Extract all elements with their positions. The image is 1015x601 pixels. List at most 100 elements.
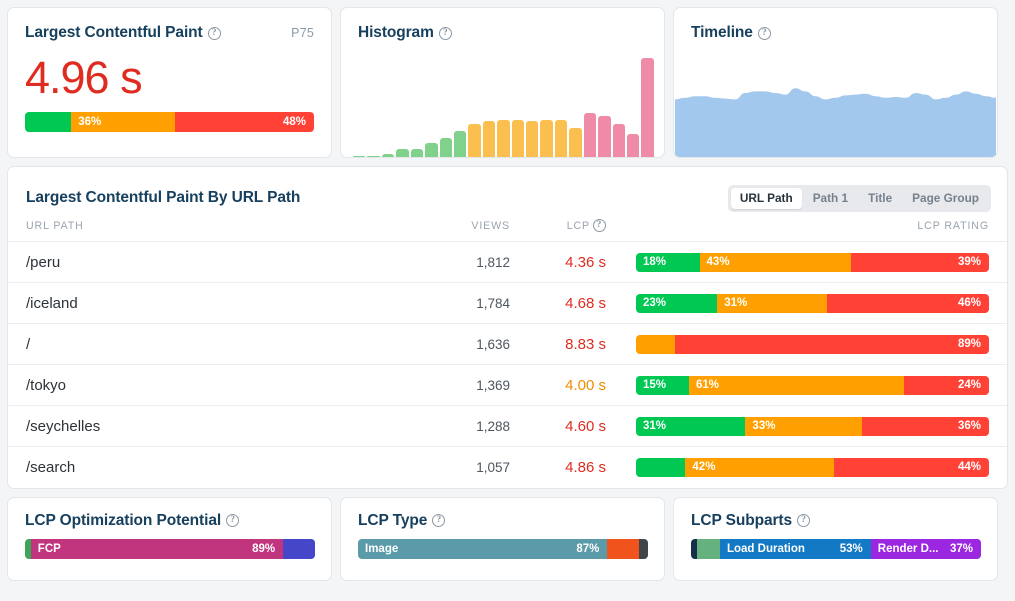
- type-title: LCP Type: [358, 511, 428, 529]
- row-rating-segment: 31%: [717, 293, 827, 313]
- row-rating-segment-label: 89%: [957, 338, 981, 350]
- type-segment: [607, 538, 640, 559]
- help-icon[interactable]: ?: [757, 26, 771, 40]
- column-header-lcp-rating[interactable]: LCP RATING: [628, 213, 1007, 242]
- opt-segment-label: FCP: [37, 542, 61, 555]
- subparts-segment-value: 53%: [839, 542, 863, 555]
- row-rating-segment: 33%: [745, 416, 862, 436]
- lcp-rating-segment-label: 36%: [78, 116, 102, 128]
- column-header-lcp-inner: LCP ?: [567, 219, 606, 232]
- row-rating-segment-label: 61%: [695, 379, 719, 391]
- row-rating-segment-label: 44%: [957, 461, 981, 474]
- column-header-lcp-label: LCP: [566, 219, 590, 232]
- bottom-cards-row: LCP Optimization Potential ? FCP 89% LCP …: [7, 496, 1008, 581]
- help-icon[interactable]: ?: [226, 514, 240, 527]
- tab-url-path[interactable]: URL Path: [730, 187, 802, 209]
- row-rating-segment-label: 33%: [752, 420, 776, 432]
- tab-path-1[interactable]: Path 1: [804, 188, 857, 209]
- subparts-card-title-group: LCP Subparts ?: [691, 512, 981, 530]
- cell-lcp-rating: 42% 44%: [628, 446, 1007, 488]
- histogram-bar[interactable]: [511, 119, 525, 157]
- histogram-bar[interactable]: [497, 119, 510, 157]
- histogram-bar[interactable]: [439, 137, 452, 157]
- table-row[interactable]: /peru 1,812 4.36 s 18% 43% 39%: [8, 241, 1007, 283]
- row-rating-bar: 42% 44%: [636, 457, 989, 477]
- top-cards-row: Largest Contentful Paint ? P75 4.96 s 36…: [7, 7, 1008, 158]
- histogram-bar[interactable]: [482, 121, 496, 157]
- histogram-bar[interactable]: [526, 121, 539, 157]
- cell-views: 1,784: [388, 282, 518, 324]
- lcp-rating-bar: 36% 48%: [25, 112, 314, 132]
- table-row[interactable]: /tokyo 1,369 4.00 s 15% 61% 24%: [8, 364, 1007, 406]
- cell-lcp: 4.68 s: [518, 282, 628, 324]
- row-rating-segment: 44%: [833, 457, 989, 477]
- cell-url-path[interactable]: /search: [8, 446, 388, 488]
- histogram-bar[interactable]: [612, 124, 626, 157]
- cell-lcp: 4.60 s: [518, 405, 628, 447]
- cell-lcp-rating: 89%: [628, 323, 1007, 365]
- histogram-bar[interactable]: [583, 113, 597, 157]
- opt-segment-value: 89%: [252, 542, 276, 555]
- row-rating-segment: [636, 334, 675, 354]
- row-rating-segment-label: 43%: [706, 256, 730, 268]
- histogram-bar[interactable]: [353, 156, 366, 157]
- type-stacked-bar: Image 87%: [358, 538, 648, 559]
- histogram-bar[interactable]: [425, 143, 438, 157]
- subparts-stacked-bar: Load Duration 53% Render D... 37%: [691, 538, 981, 559]
- row-rating-segment-label: 39%: [957, 256, 981, 268]
- column-header-url-path[interactable]: URL PATH: [8, 213, 388, 242]
- help-icon[interactable]: ?: [432, 514, 446, 527]
- row-rating-segment-label: 18%: [643, 256, 667, 268]
- histogram-bar[interactable]: [598, 115, 611, 157]
- row-rating-segment: 31%: [636, 416, 746, 436]
- histogram-bar[interactable]: [540, 119, 553, 157]
- subparts-segment-value: 37%: [949, 542, 973, 555]
- help-icon[interactable]: ?: [797, 514, 811, 527]
- histogram-bar[interactable]: [367, 155, 380, 157]
- cell-lcp: 4.00 s: [518, 364, 628, 406]
- row-rating-segment: 61%: [688, 375, 905, 395]
- cell-url-path[interactable]: /tokyo: [8, 364, 388, 406]
- lcp-card-title-group: Largest Contentful Paint ?: [25, 24, 221, 42]
- timeline-title: Timeline: [691, 24, 753, 41]
- histogram-bar[interactable]: [641, 58, 654, 157]
- subparts-title: LCP Subparts: [691, 511, 793, 529]
- help-icon[interactable]: ?: [207, 26, 221, 40]
- histogram-bar[interactable]: [410, 148, 424, 157]
- row-rating-segment-label: 24%: [957, 379, 981, 391]
- histogram-bar[interactable]: [627, 133, 640, 157]
- table-row[interactable]: /iceland 1,784 4.68 s 23% 31% 46%: [8, 282, 1007, 324]
- histogram-bar[interactable]: [468, 124, 481, 157]
- cell-lcp: 4.86 s: [518, 446, 628, 488]
- tab-page-group[interactable]: Page Group: [903, 188, 988, 209]
- table-row[interactable]: /seychelles 1,288 4.60 s 31% 33% 36%: [8, 405, 1007, 447]
- column-header-views[interactable]: VIEWS: [388, 213, 518, 242]
- row-rating-bar: 15% 61% 24%: [636, 375, 989, 395]
- cell-url-path[interactable]: /: [8, 323, 388, 365]
- help-icon[interactable]: ?: [438, 26, 452, 40]
- table-row[interactable]: /search 1,057 4.86 s 42% 44%: [8, 446, 1007, 488]
- column-header-lcp[interactable]: LCP ?: [518, 213, 628, 242]
- table-row[interactable]: /1,636 8.83 s 89%: [8, 323, 1007, 365]
- histogram-bar[interactable]: [453, 130, 467, 157]
- opt-segment: [283, 538, 315, 559]
- cell-url-path[interactable]: /iceland: [8, 282, 388, 324]
- cell-url-path[interactable]: /peru: [8, 241, 388, 283]
- histogram-card: Histogram ?: [340, 7, 665, 158]
- row-rating-segment-label: 31%: [643, 420, 667, 432]
- histogram-bar[interactable]: [381, 154, 395, 157]
- row-rating-bar: 23% 31% 46%: [636, 293, 989, 313]
- histogram-bar[interactable]: [396, 148, 409, 157]
- lcp-rating-segment: 36%: [71, 112, 176, 132]
- histogram-bar[interactable]: [554, 119, 568, 157]
- histogram-chart: [351, 47, 656, 157]
- help-icon[interactable]: ?: [593, 219, 606, 232]
- cell-url-path[interactable]: /seychelles: [8, 405, 388, 447]
- tab-title[interactable]: Title: [859, 188, 901, 209]
- histogram-bar[interactable]: [569, 128, 582, 157]
- timeline-chart: [675, 77, 996, 157]
- type-segment: [639, 538, 648, 559]
- dimension-segmented-control[interactable]: URL Path Path 1 Title Page Group: [727, 184, 991, 212]
- row-rating-segment: 24%: [904, 375, 989, 395]
- type-card-title-group: LCP Type ?: [358, 512, 648, 530]
